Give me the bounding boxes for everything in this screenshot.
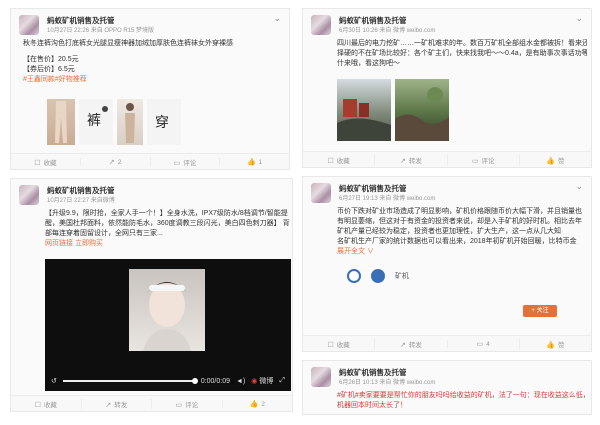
like-icon[interactable]: 👍 1 — [219, 157, 289, 166]
video-player[interactable]: ↺ 0:00/0:09 ◄) ◉ 微博 ⤢ — [45, 259, 291, 391]
post-photo[interactable] — [395, 79, 449, 141]
action-bar: ☐ 收藏 ↗ 转发 ▭ 4 👍 赞 — [303, 335, 591, 351]
post-text: #矿机#卖家要要是帮忙你的朋友吗吗给收益的矿机，法了一句：现在收益这么低， 机器… — [337, 392, 587, 409]
chevron-down-icon[interactable]: ⌄ — [575, 13, 583, 24]
like-icon[interactable]: 👍 赞 — [518, 154, 591, 165]
post-meta: 10月27日 22:26 来自 OPPO R15 梦境版 — [47, 28, 155, 34]
comment-icon[interactable]: ▭ 评论 — [149, 156, 220, 167]
purchase-link[interactable]: 网页链接 立即购买 — [45, 239, 290, 249]
share-icon[interactable]: ☐ 收藏 — [303, 339, 374, 349]
post-text: 秋冬连裤沟色打底裤女光腿显瘦神器加绒加厚肤色连裤袜女外穿裸感 【在售价】20.5… — [23, 39, 285, 85]
post-card-3: 蚂蚁矿机销售及托管 10月27日 22:27 来自微博 【升级9.9，限时抢，全… — [10, 178, 293, 412]
post-photo[interactable] — [337, 79, 391, 141]
comment-icon[interactable]: ▭ 评论 — [446, 154, 519, 165]
tag-label[interactable]: 矿机 — [395, 271, 409, 281]
forward-icon[interactable]: ↗ 转发 — [374, 154, 446, 165]
avatar[interactable] — [311, 183, 331, 203]
like-icon[interactable]: 👍 赞 — [518, 338, 591, 349]
like-icon[interactable]: 👍 2 — [221, 399, 293, 408]
share-icon[interactable]: ☐ 收藏 — [303, 155, 374, 165]
comment-icon[interactable]: ▭ 评论 — [151, 398, 222, 409]
avatar[interactable] — [19, 185, 39, 205]
avatar[interactable] — [311, 367, 331, 387]
weibo-icon: ◉ — [251, 378, 258, 385]
price-coupon: 【券后价】6.5元 — [23, 66, 75, 73]
product-image[interactable] — [47, 99, 75, 145]
svg-text:裤: 裤 — [87, 113, 101, 129]
expand-link[interactable]: 展开全文 ∨ — [337, 247, 587, 257]
product-image[interactable]: 裤 — [79, 99, 113, 145]
video-controls: ↺ 0:00/0:09 ◄) ◉ 微博 ⤢ — [45, 371, 291, 391]
topic-link[interactable]: #王鑫同款#好物推荐 — [23, 75, 285, 85]
forward-icon[interactable]: ↗ 转发 — [80, 398, 152, 409]
forward-icon[interactable]: ↗ 2 — [79, 157, 150, 166]
forward-icon[interactable]: ↗ 转发 — [374, 338, 446, 349]
avatar[interactable] — [19, 15, 39, 35]
post-card-4: 蚂蚁矿机销售及托管 6月27日 19:13 来自 微博 weibo.com ⌄ … — [302, 176, 592, 352]
volume-icon[interactable]: ◄) — [236, 378, 245, 385]
video-brand: 微博 — [259, 378, 274, 385]
follow-button[interactable]: + 关注 — [523, 305, 557, 317]
chevron-down-icon[interactable]: ⌄ — [273, 13, 281, 24]
product-image[interactable] — [117, 99, 143, 145]
action-bar: ☐ 收藏 ↗ 转发 ▭ 评论 👍 2 — [11, 395, 292, 411]
share-icon[interactable]: ☐ 收藏 — [11, 157, 80, 167]
post-card-2: 蚂蚁矿机销售及托管 6月30日 10:26 来自 微博 weibo.com ⌄ … — [302, 8, 592, 168]
video-time: 0:00/0:09 — [200, 377, 231, 385]
post-meta: 10月27日 22:27 来自微博 — [47, 198, 115, 204]
post-text: 币价下跌对矿业市场造成了明显影响，矿机价格跟随币价大幅下滑，并且销量也 有明显萎… — [337, 207, 587, 257]
fullscreen-icon[interactable]: ⤢ — [279, 377, 285, 385]
action-bar: ☐ 收藏 ↗ 2 ▭ 评论 👍 1 — [11, 153, 289, 169]
price-now: 【在售价】20.5元 — [23, 56, 79, 63]
progress-bar[interactable] — [62, 378, 198, 384]
miner-icon[interactable] — [347, 269, 361, 283]
video-frame — [129, 269, 205, 351]
post-meta: 6月27日 19:13 来自 微博 weibo.com — [339, 196, 436, 202]
post-text: 【升级9.9，限时抢，全家人手一个！】全身水洗，IPX7级防水/8档调节/智能提… — [45, 210, 290, 249]
post-meta: 6月26日 10:13 来自 微博 weibo.com — [339, 380, 436, 386]
comment-icon[interactable]: ▭ 4 — [446, 339, 519, 348]
action-bar: ☐ 收藏 ↗ 转发 ▭ 评论 👍 赞 — [303, 151, 591, 167]
avatar[interactable] — [311, 15, 331, 35]
post-card-5: 蚂蚁矿机销售及托管 6月26日 10:13 来自 微博 weibo.com #矿… — [302, 360, 592, 415]
svg-text:穿: 穿 — [155, 115, 169, 131]
share-icon[interactable]: ☐ 收藏 — [11, 399, 81, 409]
post-meta: 6月30日 10:26 来自 微博 weibo.com — [339, 28, 436, 34]
card-icons: 矿机 — [347, 269, 409, 283]
miner-icon[interactable] — [371, 269, 385, 283]
product-image[interactable]: 穿 — [147, 99, 181, 145]
post-text: 四川最后的电力挖矿……一矿机难求的年。数百万矿机全部组水金都被拆！看来还是选 择… — [337, 40, 587, 67]
replay-icon[interactable]: ↺ — [51, 377, 57, 385]
post-card-1: 蚂蚁矿机销售及托管 10月27日 22:26 来自 OPPO R15 梦境版 ⌄… — [10, 8, 290, 170]
chevron-down-icon[interactable]: ⌄ — [575, 181, 583, 192]
